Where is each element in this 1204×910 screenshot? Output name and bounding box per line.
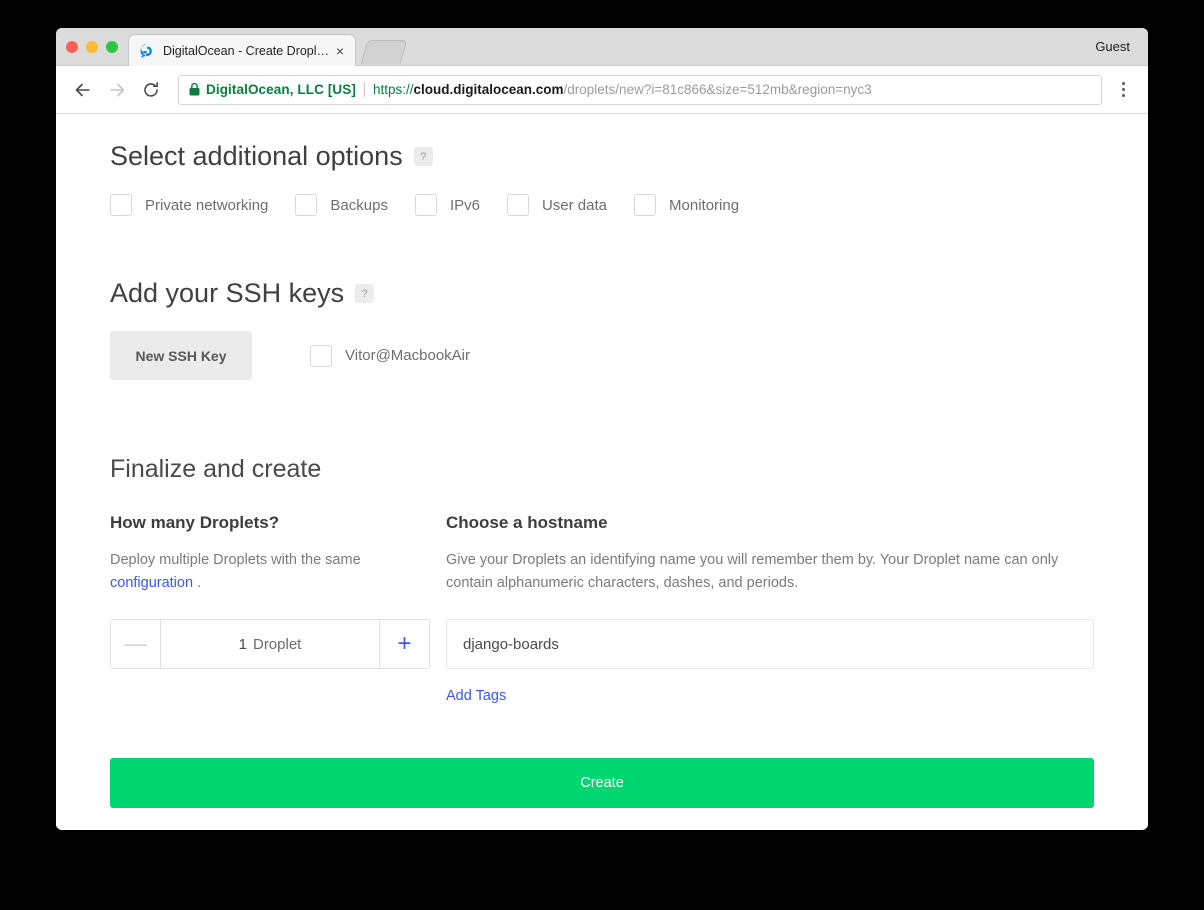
additional-options-title: Select additional options ? (110, 141, 1094, 172)
page-content: Select additional options ? Private netw… (56, 114, 1148, 828)
additional-options-heading-text: Select additional options (110, 141, 403, 171)
finalize-columns: How many Droplets? Deploy multiple Dropl… (110, 513, 1094, 705)
droplet-count-number: 1 (238, 635, 247, 653)
checkbox-ipv6[interactable] (414, 194, 437, 216)
maximize-window-button[interactable] (106, 41, 118, 53)
additional-options-section: Select additional options ? Private netw… (110, 114, 1094, 216)
three-dot-menu-icon (1121, 82, 1125, 85)
forward-arrow-icon (110, 83, 125, 96)
checkbox-ssh-key[interactable] (310, 344, 332, 367)
browser-menu-button[interactable] (1110, 75, 1136, 105)
option-label: User data (541, 196, 608, 214)
option-label: Private networking (145, 196, 269, 214)
profile-label[interactable]: Guest (1095, 39, 1130, 54)
new-ssh-key-button[interactable]: New SSH Key (110, 331, 252, 380)
hostname-description: Give your Droplets an identifying name y… (446, 552, 1059, 591)
browser-window: DigitalOcean - Create Droplets × Guest D… (56, 28, 1148, 830)
hostname-input[interactable] (446, 619, 1094, 669)
decrement-droplets-button[interactable]: — (111, 620, 161, 668)
option-backups[interactable]: Backups (295, 194, 388, 216)
create-button[interactable]: Create (110, 758, 1094, 808)
browser-tab-strip: DigitalOcean - Create Droplets × Guest (56, 28, 1148, 66)
lock-icon (189, 83, 200, 96)
reload-icon (144, 81, 158, 97)
droplet-count-stepper[interactable]: — 1 Droplet + (110, 619, 430, 669)
back-button[interactable] (68, 75, 98, 105)
digitalocean-droplet-icon (140, 43, 152, 57)
ssh-keys-title: Add your SSH keys ? (110, 278, 1094, 309)
configuration-link[interactable]: configuration (110, 575, 193, 591)
checkbox-private-networking[interactable] (110, 194, 132, 216)
close-tab-icon[interactable]: × (333, 44, 347, 58)
url-host: cloud.digitalocean.com (413, 82, 564, 97)
droplet-count-value: 1 Droplet (161, 620, 379, 668)
option-label: Monitoring (669, 196, 740, 214)
checkbox-monitoring[interactable] (634, 194, 657, 216)
finalize-title: Finalize and create (110, 455, 322, 483)
address-bar[interactable]: DigitalOcean, LLC [US] https://cloud.dig… (178, 74, 1102, 105)
checkbox-backups[interactable] (295, 194, 318, 216)
window-traffic-lights (66, 41, 118, 53)
droplet-count-description: Deploy multiple Droplets with the same c… (110, 549, 446, 595)
browser-tab-active[interactable]: DigitalOcean - Create Droplets × (128, 34, 356, 66)
option-label: Backups (330, 196, 388, 214)
browser-toolbar: DigitalOcean, LLC [US] https://cloud.dig… (56, 66, 1148, 114)
ssh-keys-row: New SSH Key Vitor@MacbookAir (110, 331, 1094, 380)
increment-droplets-button[interactable]: + (379, 620, 429, 668)
droplet-desc-after: . (193, 575, 202, 591)
identity-separator (363, 82, 365, 97)
additional-options-list: Private networking Backups IPv6 User dat… (110, 194, 1094, 216)
option-user-data[interactable]: User data (506, 194, 608, 216)
browser-tab-title: DigitalOcean - Create Droplets (163, 43, 333, 58)
reload-button[interactable] (136, 75, 166, 105)
hostname-column: Choose a hostname Give your Droplets an … (446, 513, 1094, 705)
minimize-window-button[interactable] (86, 41, 98, 53)
new-tab-button[interactable] (360, 40, 408, 64)
forward-button[interactable] (102, 75, 132, 105)
finalize-section: Finalize and create How many Droplets? D… (110, 380, 1094, 808)
option-private-networking[interactable]: Private networking (110, 194, 268, 216)
droplet-count-unit: Droplet (252, 635, 302, 653)
option-label: IPv6 (449, 196, 480, 214)
url-path: /droplets/new?i=81c866&size=512mb&region… (563, 82, 872, 97)
droplet-desc-before: Deploy multiple Droplets with the same (110, 552, 361, 568)
ssh-keys-section: Add your SSH keys ? New SSH Key Vitor@Ma… (110, 216, 1094, 380)
ssh-key-item[interactable]: Vitor@MacbookAir (310, 344, 470, 367)
site-identity-label: DigitalOcean, LLC [US] (206, 82, 356, 97)
hostname-title: Choose a hostname (446, 513, 608, 532)
option-ipv6[interactable]: IPv6 (414, 194, 480, 216)
url-scheme: https:// (372, 82, 414, 97)
checkbox-user-data[interactable] (506, 194, 529, 216)
droplet-count-column: How many Droplets? Deploy multiple Dropl… (110, 513, 446, 705)
ssh-keys-heading-text: Add your SSH keys (110, 278, 345, 308)
back-arrow-icon (75, 83, 90, 96)
option-monitoring[interactable]: Monitoring (634, 194, 739, 216)
close-window-button[interactable] (66, 41, 78, 53)
droplet-count-title: How many Droplets? (110, 513, 280, 532)
help-icon-additional-options[interactable]: ? (413, 147, 433, 166)
ssh-key-label: Vitor@MacbookAir (345, 347, 470, 364)
add-tags-link[interactable]: Add Tags (446, 688, 506, 704)
help-icon-ssh-keys[interactable]: ? (355, 284, 375, 303)
